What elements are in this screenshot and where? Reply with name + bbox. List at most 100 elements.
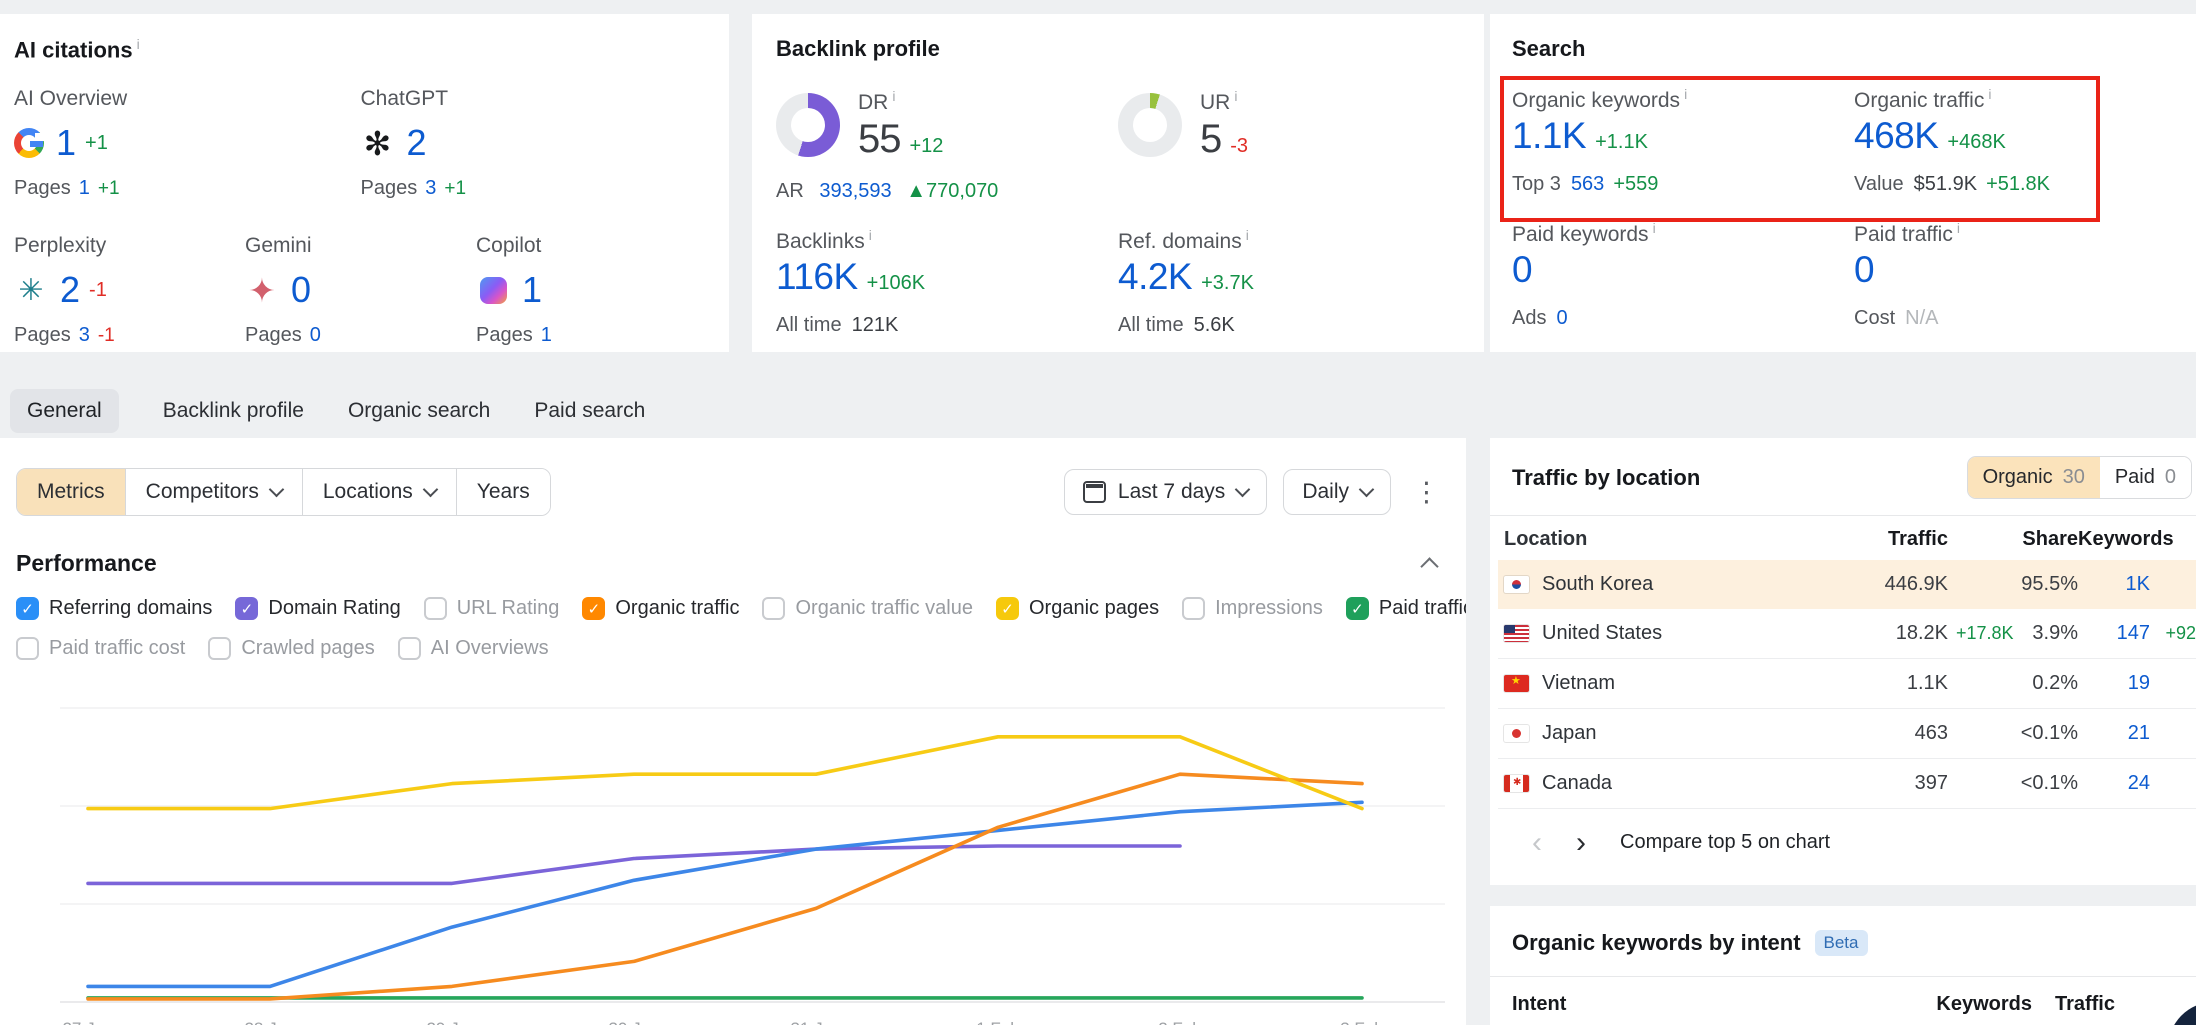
metric-checkbox-crawled-pages[interactable]: Crawled pages [208,637,374,660]
toggle-paid[interactable]: Paid0 [2100,457,2191,498]
location-name: Vietnam [1542,672,1615,695]
ai-citation-ai-overview: AI Overview 1+1 Pages1+1 [14,87,361,200]
location-row-south-korea[interactable]: South Korea 446.9K 95.5% 1K [1498,560,2196,609]
checkbox-icon[interactable] [424,597,447,620]
more-options-icon[interactable]: ⋮ [1407,479,1446,506]
ai-pages-count[interactable]: 3 [425,177,436,199]
next-page-icon[interactable]: › [1576,833,1586,853]
ai-citations-count[interactable]: 1 [56,122,76,164]
dr-label: DR [858,91,895,114]
keywords-link[interactable]: 19 [2078,672,2150,695]
metric-label: Crawled pages [241,637,374,660]
checkbox-icon[interactable]: ✓ [16,597,39,620]
keywords-by-intent-title: Organic keywords by intent [1512,930,1801,956]
compare-top5-link[interactable]: Compare top 5 on chart [1620,831,1830,854]
metric-checkbox-organic-pages[interactable]: ✓ Organic pages [996,597,1159,620]
organic-paid-toggle: Organic30 Paid0 [1967,456,2192,499]
metric-label: URL Rating [457,597,560,620]
tab-backlink-profile[interactable]: Backlink profile [163,389,304,433]
paid-keywords-value[interactable]: 0 [1512,249,1532,291]
x-axis-label: 28 Jan [244,1019,295,1025]
metric-label: Paid traffic [1379,597,1466,620]
x-axis-label: 27 Jan [62,1019,113,1025]
checkbox-icon[interactable] [762,597,785,620]
toggle-organic[interactable]: Organic30 [1968,457,2100,498]
gemini-icon: ✦ [245,273,279,307]
info-icon[interactable] [1234,88,1237,104]
checkbox-icon[interactable]: ✓ [235,597,258,620]
backlinks-value[interactable]: 116K [776,256,858,298]
checkbox-icon[interactable]: ✓ [1346,597,1369,620]
tab-paid-search[interactable]: Paid search [534,389,645,433]
prev-page-icon[interactable]: ‹ [1532,833,1542,853]
ur-delta: -3 [1230,135,1248,158]
location-row-japan[interactable]: Japan 463 <0.1% 21 [1498,709,2196,759]
tab-organic-search[interactable]: Organic search [348,389,490,433]
location-row-united-states[interactable]: United States 18.2K +17.8K 3.9% 147 +92 [1498,609,2196,659]
keywords-link[interactable]: 147 [2078,622,2150,645]
info-icon[interactable] [1246,227,1249,243]
checkbox-icon[interactable]: ✓ [996,597,1019,620]
metric-checkbox-impressions[interactable]: Impressions [1182,597,1323,620]
paid-keywords-block: Paid keywords 0 Ads0 [1512,220,1854,330]
checkbox-icon[interactable] [1182,597,1205,620]
metric-label: Organic traffic value [795,597,973,620]
metric-checkbox-organic-traffic[interactable]: ✓ Organic traffic [582,597,739,620]
x-axis-label: 31 Jan [790,1019,841,1025]
checkbox-icon[interactable] [16,637,39,660]
metric-checkbox-referring-domains[interactable]: ✓ Referring domains [16,597,212,620]
ai-citations-panel: AI citations AI Overview 1+1 Pages1+1 Ch… [0,14,729,352]
filter-metrics[interactable]: Metrics [17,469,126,515]
ai-pages-count[interactable]: 1 [541,324,552,346]
date-range-button[interactable]: Last 7 days [1064,469,1267,515]
keywords-link[interactable]: 21 [2078,722,2150,745]
info-icon[interactable] [892,88,895,104]
metric-checkbox-paid-traffic[interactable]: ✓ Paid traffic [1346,597,1466,620]
filter-years[interactable]: Years [457,469,550,515]
ai-pages-row: Pages1+1 [14,177,361,200]
ahrefs-rank-value[interactable]: 393,593 [819,180,891,202]
granularity-button[interactable]: Daily [1283,469,1391,515]
keywords-link[interactable]: 1K [2078,573,2150,596]
ai-pages-count[interactable]: 1 [79,177,90,199]
keywords-delta: +92 [2150,623,2196,644]
filter-locations[interactable]: Locations [303,469,457,515]
location-row-canada[interactable]: Canada 397 <0.1% 24 [1498,759,2196,809]
ai-pages-count[interactable]: 3 [79,324,90,346]
info-icon[interactable] [1653,220,1656,236]
performance-chart[interactable]: 27 Jan28 Jan29 Jan30 Jan31 Jan1 Feb2 Feb… [60,676,1460,1025]
backlink-profile-panel: Backlink profile DR 55+12 AR 393,593 ▲77… [752,14,1484,352]
info-icon[interactable] [1957,220,1960,236]
location-name: Japan [1542,722,1597,745]
ref-domains-value[interactable]: 4.2K [1118,256,1192,298]
metric-checkbox-ai-overviews[interactable]: AI Overviews [398,637,549,660]
collapse-icon[interactable] [1420,557,1438,575]
ai-citations-delta: +1 [85,132,108,155]
overview-main-panel: MetricsCompetitorsLocationsYears Last 7 … [0,438,1466,1025]
x-axis-label: 3 Feb [1340,1019,1383,1025]
checkbox-icon[interactable] [208,637,231,660]
paid-traffic-value[interactable]: 0 [1854,249,1874,291]
metric-checkbox-url-rating[interactable]: URL Rating [424,597,560,620]
ai-citations-count[interactable]: 2 [407,122,427,164]
ai-citations-count[interactable]: 1 [522,269,542,311]
location-row-vietnam[interactable]: Vietnam 1.1K 0.2% 19 [1498,659,2196,709]
traffic-by-location-panel: Traffic by location Organic30 Paid0 Loca… [1490,438,2196,885]
tab-general[interactable]: General [10,389,119,433]
filter-competitors[interactable]: Competitors [126,469,303,515]
ai-pages-count[interactable]: 0 [310,324,321,346]
info-icon[interactable] [869,227,872,243]
info-icon[interactable] [137,36,140,52]
metric-checkbox-organic-traffic-value[interactable]: Organic traffic value [762,597,973,620]
ai-citations-count[interactable]: 0 [291,269,311,311]
keywords-link[interactable]: 24 [2078,772,2150,795]
ai-citations-title: AI citations [14,36,707,63]
ai-citations-count[interactable]: 2 [60,269,80,311]
metric-checkbox-paid-traffic-cost[interactable]: Paid traffic cost [16,637,185,660]
checkbox-icon[interactable]: ✓ [582,597,605,620]
metric-checkbox-domain-rating[interactable]: ✓ Domain Rating [235,597,400,620]
x-axis-label: 2 Feb [1158,1019,1201,1025]
series-organic-pages [88,737,1362,809]
checkbox-icon[interactable] [398,637,421,660]
site-explorer-dashboard: AI citations AI Overview 1+1 Pages1+1 Ch… [0,0,2196,1025]
